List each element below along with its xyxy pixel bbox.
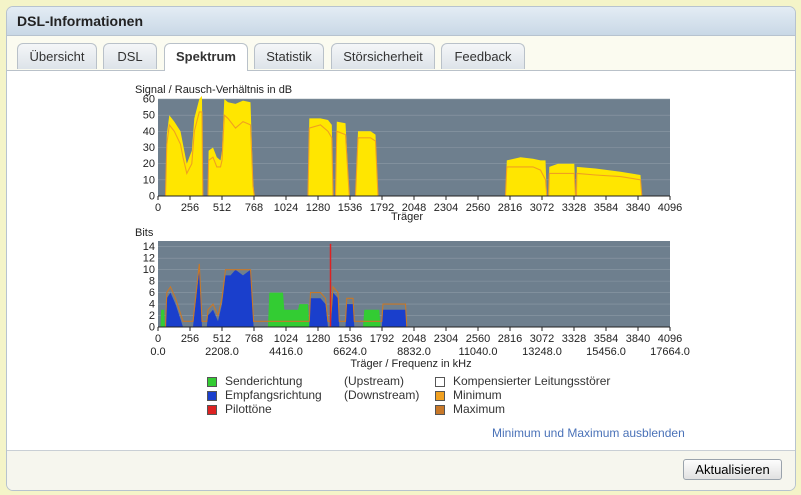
legend-label-minimum: Minimum [453,388,502,402]
x-tick-label: 2304 [434,202,458,214]
freq-tick-label: 0.0 [150,346,165,358]
snr-chart: 01020304050600 256 512 768 1024 1280 1536 1792 2… [143,94,682,215]
y-tick-label: 20 [143,158,155,170]
legend-label-downstream: Empfangsrichtung [225,388,322,402]
x-tick-label: 3840 [626,202,650,214]
x-tick-label: 3840 [626,333,650,345]
x-tick-label: 1536 [338,333,362,345]
y-tick-label: 40 [143,126,155,138]
x-tick-label: 512 [213,333,231,345]
tab-uebersicht[interactable]: Übersicht [17,43,97,69]
snr-xlabel: Träger [391,211,423,223]
x-tick-label: 2816 [498,202,522,214]
freq-tick-label: 13248.0 [522,346,562,358]
y-tick-label: 60 [143,94,155,106]
title-bar: DSL-Informationen [7,7,795,36]
legend-note-downstream: (Downstream) [344,388,420,402]
y-tick-label: 14 [143,241,155,253]
y-tick-label: 2 [149,310,155,322]
legend-label-compensated: Kompensierter Leitungsstörer [453,374,611,388]
legend-swatch-pilot [207,405,217,415]
x-tick-label: 3328 [562,202,586,214]
freq-tick-label: 17664.0 [650,346,690,358]
legend-label-upstream: Senderichtung [225,374,303,388]
tab-spektrum[interactable]: Spektrum [164,43,248,71]
y-tick-label: 8 [149,276,155,288]
y-tick-label: 6 [149,287,155,299]
footer-bar: Aktualisieren [7,450,795,490]
freq-tick-label: 15456.0 [586,346,626,358]
freq-tick-label: 8832.0 [397,346,431,358]
tab-stoersicherheit[interactable]: Störsicherheit [331,43,435,69]
x-tick-label: 1024 [274,333,298,345]
x-tick-label: 4096 [658,333,682,345]
x-tick-label: 0 [155,202,161,214]
x-tick-label: 2304 [434,333,458,345]
x-tick-label: 1536 [338,202,362,214]
freq-tick-label: 11040.0 [459,346,498,358]
dsl-info-panel: DSL-Informationen Übersicht DSL Spektrum… [6,6,796,491]
legend-swatch-minimum [435,391,445,401]
bits-ylabel: Bits [135,227,154,239]
refresh-button[interactable]: Aktualisieren [683,459,782,480]
x-tick-label: 2560 [466,202,490,214]
legend-label-maximum: Maximum [453,402,506,416]
x-tick-label: 1792 [370,333,394,345]
x-tick-label: 512 [213,202,231,214]
x-tick-label: 0 [155,333,161,345]
x-tick-label: 2816 [498,333,522,345]
x-tick-label: 1280 [306,333,330,345]
y-tick-label: 12 [143,253,155,265]
x-tick-label: 1280 [306,202,330,214]
legend-swatch-maximum [435,405,445,415]
x-tick-label: 4096 [658,202,682,214]
bits-xlabel: Träger / Frequenz in kHz [350,358,471,370]
x-tick-label: 256 [181,202,199,214]
x-tick-label: 256 [181,333,199,345]
x-tick-label: 768 [245,333,263,345]
x-tick-label: 2560 [466,333,490,345]
tab-dsl[interactable]: DSL [103,43,157,69]
x-tick-label: 3072 [530,333,554,345]
x-tick-label: 768 [245,202,263,214]
x-tick-label: 1024 [274,202,298,214]
y-tick-label: 30 [143,142,155,154]
y-tick-label: 10 [143,264,155,276]
freq-tick-label: 2208.0 [205,346,239,358]
y-tick-label: 0 [149,191,155,203]
legend-label-pilot: Pilottöne [225,402,272,416]
freq-tick-label: 4416.0 [269,346,303,358]
x-tick-label: 3072 [530,202,554,214]
legend-swatch-downstream [207,391,217,401]
legend-note-upstream: (Upstream) [344,374,405,388]
window-title: DSL-Informationen [17,13,143,29]
x-tick-label: 3584 [594,333,618,345]
freq-tick-label: 6624.0 [333,346,367,358]
tab-feedback[interactable]: Feedback [441,43,525,69]
y-tick-label: 50 [143,110,155,122]
toggle-minmax-link[interactable]: Minimum und Maximum ausblenden [492,426,685,440]
legend-swatch-upstream [207,377,217,387]
x-tick-label: 2048 [402,333,426,345]
x-tick-label: 3328 [562,333,586,345]
tab-statistik[interactable]: Statistik [254,43,324,69]
snr-ylabel: Signal / Rausch-Verhältnis in dB [135,84,292,96]
y-tick-label: 10 [143,174,155,186]
bits-chart: 02468101214 0 256 512 768 1024 1280 1536 1792 204… [143,241,690,358]
legend-swatch-compensated [435,377,445,387]
y-tick-label: 4 [149,299,155,311]
y-tick-label: 0 [149,322,155,334]
x-tick-label: 3584 [594,202,618,214]
